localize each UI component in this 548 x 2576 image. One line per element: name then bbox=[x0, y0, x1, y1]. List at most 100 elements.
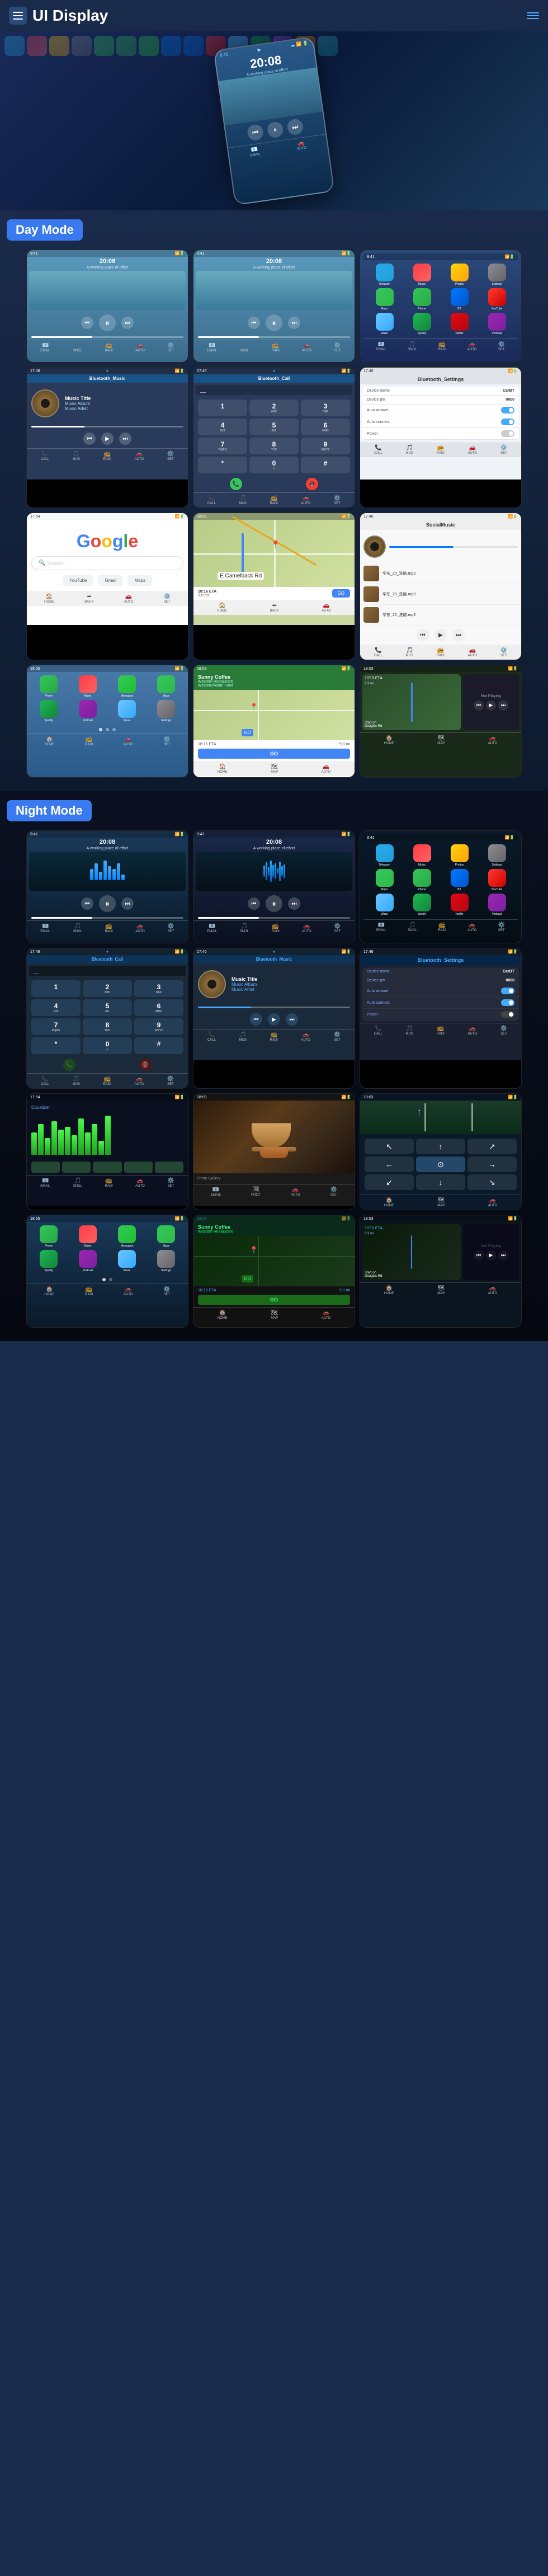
night-dial-3[interactable]: 3DEF bbox=[134, 980, 183, 997]
google-shortcut-3[interactable]: Maps bbox=[127, 575, 152, 586]
night-coffee-go[interactable]: GO bbox=[242, 1275, 253, 1282]
np-prev[interactable]: ⏮ bbox=[474, 701, 484, 711]
night-app-youtube[interactable]: YouTube bbox=[479, 869, 514, 891]
settings-power[interactable]: Power bbox=[362, 428, 519, 440]
night-np-play[interactable]: ▶ bbox=[486, 1251, 496, 1261]
night-music2-next[interactable]: ⏭ bbox=[288, 897, 300, 910]
day-music2-play[interactable]: ⏸ bbox=[266, 314, 282, 331]
app-settings[interactable]: Settings bbox=[479, 264, 514, 286]
social-track-2[interactable]: 华东_25_洗脑.mp3 bbox=[360, 584, 521, 605]
dial-key-0[interactable]: 0+ bbox=[249, 457, 299, 473]
hero-play-btn[interactable]: ⏸ bbox=[266, 121, 284, 139]
night-ios-messages[interactable]: Messages bbox=[108, 1225, 145, 1248]
toggle-power[interactable] bbox=[501, 430, 514, 437]
menu-icon[interactable] bbox=[9, 7, 27, 25]
night-dial-9[interactable]: 9WXYZ bbox=[134, 1018, 183, 1035]
ios-app-waze[interactable]: Waze bbox=[108, 700, 145, 722]
ios-app-music[interactable]: Music bbox=[69, 675, 106, 698]
night-bt-prev[interactable]: ⏮ bbox=[250, 1013, 262, 1026]
night-dial-star[interactable]: * bbox=[31, 1037, 81, 1054]
app-podcast[interactable]: Podcast bbox=[479, 313, 514, 335]
toggle-auto-answer[interactable] bbox=[501, 407, 514, 413]
day-bt-play[interactable]: ▶ bbox=[101, 433, 114, 445]
np-play[interactable]: ▶ bbox=[486, 701, 496, 711]
dial-key-hash[interactable]: # bbox=[301, 457, 350, 473]
nav-icon[interactable] bbox=[527, 12, 539, 19]
day-music1-play[interactable]: ⏸ bbox=[99, 314, 116, 331]
night-app-phone[interactable]: Phone bbox=[404, 869, 440, 891]
day-bt-next[interactable]: ⏭ bbox=[119, 433, 131, 445]
night-toggle-power[interactable] bbox=[501, 1011, 514, 1018]
night-toggle-auto-answer[interactable] bbox=[501, 988, 514, 994]
settings-auto-connect[interactable]: Auto connect bbox=[362, 416, 519, 428]
night-np-prev[interactable]: ⏮ bbox=[474, 1251, 484, 1261]
settings-auto-answer[interactable]: Auto answer bbox=[362, 405, 519, 416]
night-bt-play[interactable]: ▶ bbox=[268, 1013, 280, 1026]
social-play[interactable]: ▶ bbox=[434, 629, 447, 641]
ios-app-maps[interactable]: Maps bbox=[148, 675, 185, 698]
dial-key-4[interactable]: 4GHI bbox=[198, 419, 247, 435]
coffee-go-button[interactable]: GO bbox=[198, 749, 350, 759]
night-app-netflix[interactable]: Netflix bbox=[442, 894, 477, 916]
night-ios-waze[interactable]: Waze bbox=[108, 1250, 145, 1272]
night-music1-prev[interactable]: ⏮ bbox=[81, 897, 93, 910]
night-app-photos[interactable]: Photos bbox=[442, 844, 477, 867]
night-ios-spotify[interactable]: Spotify bbox=[30, 1250, 67, 1272]
app-maps[interactable]: Maps bbox=[367, 288, 402, 311]
night-coffee-go-button[interactable]: GO bbox=[198, 1295, 350, 1305]
app-waze[interactable]: Waze bbox=[367, 313, 402, 335]
dial-key-8[interactable]: 8TUV bbox=[249, 438, 299, 454]
dial-key-1[interactable]: 1 bbox=[198, 399, 247, 416]
social-next[interactable]: ⏭ bbox=[452, 629, 465, 641]
night-bt-next[interactable]: ⏭ bbox=[286, 1013, 298, 1026]
arrow-down-left[interactable]: ↙ bbox=[365, 1174, 414, 1190]
day-music1-next[interactable]: ⏭ bbox=[121, 317, 134, 329]
app-netflix[interactable]: Netflix bbox=[442, 313, 477, 335]
night-toggle-auto-connect[interactable] bbox=[501, 999, 514, 1006]
night-np-next[interactable]: ⏭ bbox=[498, 1251, 508, 1261]
night-settings-auto-answer[interactable]: Auto answer bbox=[362, 985, 519, 997]
day-bt-prev[interactable]: ⏮ bbox=[83, 433, 96, 445]
night-ios-podcast[interactable]: Podcast bbox=[69, 1250, 106, 1272]
arrow-left[interactable]: ← bbox=[365, 1157, 414, 1172]
arrow-down-right[interactable]: ↘ bbox=[467, 1174, 517, 1190]
night-dial-5[interactable]: 5JKL bbox=[83, 999, 132, 1016]
night-ios-settings[interactable]: Settings bbox=[148, 1250, 185, 1272]
dial-key-2[interactable]: 2ABC bbox=[249, 399, 299, 416]
night-dial-hash[interactable]: # bbox=[134, 1037, 183, 1054]
app-spotify[interactable]: Spotify bbox=[404, 313, 440, 335]
night-call-btn[interactable]: 📞 bbox=[63, 1059, 75, 1071]
day-hangup-btn[interactable]: 📵 bbox=[306, 478, 318, 490]
dial-key-3[interactable]: 3DEF bbox=[301, 399, 350, 416]
ios-app-settings[interactable]: Settings bbox=[148, 700, 185, 722]
social-prev[interactable]: ⏮ bbox=[417, 629, 429, 641]
social-track-1[interactable]: 华东_25_洗脑.mp3 bbox=[360, 563, 521, 584]
arrow-up-right[interactable]: ↗ bbox=[467, 1139, 517, 1154]
dial-key-star[interactable]: * bbox=[198, 457, 247, 473]
app-phone[interactable]: Phone bbox=[404, 288, 440, 311]
ios-app-phone[interactable]: Phone bbox=[30, 675, 67, 698]
night-app-bt[interactable]: BT bbox=[442, 869, 477, 891]
night-dial-6[interactable]: 6MNO bbox=[134, 999, 183, 1016]
ios-app-messages[interactable]: Messages bbox=[108, 675, 145, 698]
arrow-center[interactable]: ⊙ bbox=[416, 1157, 465, 1172]
night-ios-phone[interactable]: Phone bbox=[30, 1225, 67, 1248]
night-settings-auto-connect[interactable]: Auto connect bbox=[362, 997, 519, 1009]
night-dial-1[interactable]: 1 bbox=[31, 980, 81, 997]
night-app-spotify[interactable]: Spotify bbox=[404, 894, 440, 916]
app-music[interactable]: Music bbox=[404, 264, 440, 286]
night-music1-next[interactable]: ⏭ bbox=[121, 897, 134, 910]
night-dial-4[interactable]: 4GHI bbox=[31, 999, 81, 1016]
hero-next-btn[interactable]: ⏭ bbox=[286, 118, 304, 136]
google-search-bar[interactable]: 🔍 Search... bbox=[31, 556, 183, 570]
google-shortcut-1[interactable]: YouTube bbox=[63, 575, 93, 586]
app-telegram[interactable]: Telegram bbox=[367, 264, 402, 286]
ios-app-spotify[interactable]: Spotify bbox=[30, 700, 67, 722]
arrow-down[interactable]: ↓ bbox=[416, 1174, 465, 1190]
hero-prev-btn[interactable]: ⏮ bbox=[247, 124, 264, 142]
night-ios-maps[interactable]: Maps bbox=[148, 1225, 185, 1248]
nav-go-btn[interactable]: GO bbox=[332, 589, 350, 598]
night-dial-0[interactable]: 0+ bbox=[83, 1037, 132, 1054]
ios-app-podcast[interactable]: Podcast bbox=[69, 700, 106, 722]
arrow-up[interactable]: ↑ bbox=[416, 1139, 465, 1154]
